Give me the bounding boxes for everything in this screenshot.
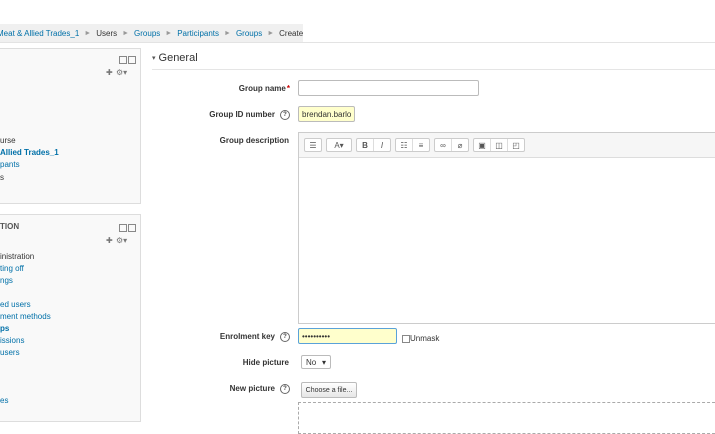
- breadcrumb-groups[interactable]: Groups: [134, 29, 160, 38]
- gear-icon[interactable]: ⚙▾: [116, 68, 127, 77]
- enrolment-key-input[interactable]: [298, 328, 397, 344]
- divider: [0, 42, 715, 43]
- group-id-input[interactable]: [298, 106, 355, 122]
- divider: [152, 69, 715, 70]
- fieldset-title: General: [158, 52, 198, 64]
- description-editor[interactable]: ☰ A▾ B I ☷ ≡ ∞ ⌀ ▣ ◫ ◰: [298, 132, 715, 324]
- breadcrumb-separator: ►: [165, 29, 173, 37]
- editor-toolbar: ☰ A▾ B I ☷ ≡ ∞ ⌀ ▣ ◫ ◰: [299, 133, 715, 158]
- group-description-label: Group description: [219, 136, 289, 145]
- dock-block-icon[interactable]: [118, 55, 136, 64]
- dropdown-arrow-icon: ▾: [321, 357, 326, 367]
- sidebar-item-turn-editing-off[interactable]: ting off: [0, 264, 24, 273]
- breadcrumb-separator: ►: [84, 29, 92, 37]
- new-picture-label: New picture?: [140, 384, 290, 394]
- breadcrumb-separator: ►: [224, 29, 231, 37]
- ordered-list-icon[interactable]: ≡: [413, 139, 429, 151]
- breadcrumb-separator: ►: [122, 29, 130, 37]
- unmask-label[interactable]: Unmask: [410, 334, 439, 343]
- media-icon[interactable]: ◫: [491, 139, 508, 151]
- move-block-icon[interactable]: ✚: [106, 236, 113, 245]
- hide-picture-select[interactable]: No ▾: [301, 355, 331, 369]
- navigation-block: ✚ ⚙▾ urse Allied Trades_1 pants s: [0, 48, 141, 204]
- breadcrumb: Meat & Allied Trades_1 ► Users ► Groups …: [0, 24, 303, 42]
- sidebar-item-enrolment-methods[interactable]: ment methods: [0, 312, 51, 321]
- enrolment-key-label-text: Enrolment key: [219, 332, 275, 342]
- bold-icon[interactable]: B: [357, 139, 374, 151]
- sidebar-item-settings[interactable]: ngs: [0, 276, 13, 285]
- help-icon[interactable]: ?: [280, 110, 290, 120]
- unordered-list-icon[interactable]: ☷: [396, 139, 413, 151]
- breadcrumb-separator: ►: [267, 29, 275, 37]
- group-name-label: Group name*: [140, 84, 290, 93]
- sidebar-item-groups[interactable]: ps: [0, 324, 9, 333]
- sidebar-item-permissions[interactable]: issions: [0, 336, 24, 345]
- breadcrumb-groups-2[interactable]: Groups: [236, 29, 262, 38]
- group-id-label-text: Group ID number: [209, 110, 275, 120]
- fieldset-legend[interactable]: ▾ General: [152, 52, 198, 64]
- choose-file-button[interactable]: Choose a file...: [301, 382, 357, 398]
- sidebar-item-other-users[interactable]: users: [0, 348, 20, 357]
- move-block-icon[interactable]: ✚: [106, 68, 113, 77]
- help-icon[interactable]: ?: [280, 384, 290, 394]
- toolbar-toggle-icon[interactable]: ☰: [305, 139, 321, 151]
- sidebar-item-misc[interactable]: es: [0, 396, 8, 405]
- sidebar-item-course[interactable]: urse: [0, 136, 16, 145]
- group-name-input[interactable]: [298, 80, 479, 96]
- hide-picture-value: No: [306, 357, 317, 367]
- breadcrumb-create-group: Create group: [279, 28, 303, 38]
- unlink-icon[interactable]: ⌀: [452, 139, 468, 151]
- group-name-label-text: Group name: [238, 84, 286, 93]
- required-icon: *: [286, 84, 290, 93]
- file-manager-icon[interactable]: ◰: [508, 139, 524, 151]
- dock-block-icon[interactable]: [118, 223, 136, 232]
- file-dropzone[interactable]: [298, 402, 715, 434]
- sidebar-item-enrolled-users[interactable]: ed users: [0, 300, 31, 309]
- sidebar-item-misc[interactable]: s: [0, 173, 4, 182]
- link-icon[interactable]: ∞: [435, 139, 452, 151]
- collapse-toggle-icon: ▾: [152, 55, 156, 62]
- italic-icon[interactable]: I: [374, 139, 390, 151]
- gear-icon[interactable]: ⚙▾: [116, 236, 127, 245]
- administration-title: TION: [0, 222, 20, 231]
- hide-picture-label: Hide picture: [242, 358, 289, 367]
- breadcrumb-course[interactable]: Meat & Allied Trades_1: [0, 29, 79, 38]
- unmask-checkbox[interactable]: [402, 335, 410, 343]
- sidebar-item-administration[interactable]: inistration: [0, 252, 34, 261]
- administration-block: TION ✚ ⚙▾ inistration ting off ngs ed us…: [0, 214, 141, 422]
- help-icon[interactable]: ?: [280, 332, 290, 342]
- sidebar-item-participants[interactable]: pants: [0, 160, 20, 169]
- sidebar-item-course-name[interactable]: Allied Trades_1: [0, 148, 59, 157]
- group-id-label: Group ID number?: [140, 110, 290, 120]
- breadcrumb-users: Users: [96, 28, 118, 38]
- enrolment-key-label: Enrolment key?: [140, 332, 290, 342]
- paragraph-style-icon[interactable]: A▾: [327, 139, 351, 151]
- breadcrumb-participants[interactable]: Participants: [177, 29, 219, 38]
- image-icon[interactable]: ▣: [474, 139, 491, 151]
- new-picture-label-text: New picture: [229, 384, 275, 394]
